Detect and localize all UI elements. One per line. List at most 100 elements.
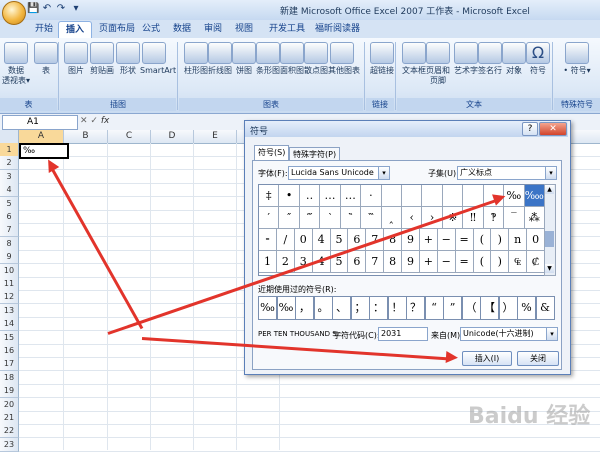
undo-icon[interactable]: ↶ [41,3,53,15]
column-header-a[interactable]: A [19,130,64,143]
row-header[interactable]: 1 [0,143,19,157]
recent-symbol[interactable]: ） [498,296,518,320]
symbol-cell[interactable]: ⁃ [259,229,277,251]
symbol-button[interactable]: Ω 符号 [524,42,552,76]
symbol-cell[interactable]: = [455,251,474,273]
office-button[interactable] [2,1,26,25]
row-header[interactable]: 6 [0,210,19,224]
symbol-cell[interactable]: 7 [366,251,385,273]
shapes-button[interactable]: 形状 [114,42,142,76]
symbol-cell[interactable]: ‥ [299,185,321,207]
symbol-cell[interactable]: ) [491,251,510,273]
row-header[interactable]: 10 [0,263,19,278]
row-header[interactable]: 22 [0,424,19,439]
symbol-cell[interactable]: … [320,185,341,207]
close-button[interactable]: 关闭 [517,351,559,366]
symbol-cell[interactable]: 0 [527,229,545,251]
symbol-cell[interactable]: ″ [279,207,300,229]
hyperlink-button[interactable]: 超链接 [368,42,396,76]
symbol-cell[interactable]: · [361,185,382,207]
font-select[interactable]: Lucida Sans Unicode [288,166,380,180]
row-header[interactable]: 3 [0,169,19,184]
row-header[interactable]: 2 [0,156,19,171]
symbol-cell[interactable]: ⁂ [524,207,545,229]
recent-symbol[interactable]: “ [424,296,444,320]
cell-a1[interactable]: ‰ [19,143,69,159]
symbol-cell[interactable]: … [340,185,362,207]
symbol-cell[interactable]: ‴ [299,207,321,229]
symbol-cell[interactable] [381,185,402,207]
symbol-cell[interactable]: 0 [294,229,313,251]
recent-symbol[interactable]: ？ [406,296,425,320]
from-dropdown-icon[interactable]: ▾ [546,327,558,341]
symbol-cell[interactable]: 4 [312,229,331,251]
symbol-cell[interactable]: ‾ [504,207,525,229]
row-header[interactable]: 9 [0,250,19,265]
symbol-cell[interactable]: ‡ [259,185,280,207]
symbol-cell[interactable]: ‵ [320,207,341,229]
symbol-cell[interactable]: + [419,251,438,273]
column-header-c[interactable]: C [108,130,151,143]
row-header[interactable]: 15 [0,330,19,345]
font-dropdown-icon[interactable]: ▾ [378,166,390,180]
recent-symbol[interactable]: 【 [480,296,499,320]
table-button[interactable]: 表 [32,42,60,76]
symbol-cell[interactable]: 6 [348,251,367,273]
scroll-thumb[interactable] [545,231,554,247]
row-header[interactable]: 18 [0,370,19,385]
name-box[interactable]: A1 [2,115,78,130]
recent-symbol[interactable]: % [517,296,536,320]
column-header-e[interactable]: E [194,130,237,143]
symbol-cell[interactable]: ₡ [527,251,545,273]
column-header-d[interactable]: D [151,130,194,143]
tab-data[interactable]: 数据 [166,21,198,38]
scatter-chart-button[interactable]: 散点图 [302,42,330,76]
row-header[interactable]: 7 [0,223,19,238]
symbol-cell[interactable]: ‰ [504,185,525,207]
tab-foxit-reader[interactable]: 福昕阅读器 [308,21,367,38]
row-header[interactable]: 5 [0,196,19,211]
recent-symbol[interactable]: ， [295,296,314,320]
header-footer-button[interactable]: 页眉和 页脚 [424,42,452,86]
row-header[interactable]: 13 [0,303,19,318]
symbol-cell[interactable]: − [437,229,456,251]
pivot-table-button[interactable]: 数据 透视表▾ [2,42,30,86]
recent-symbol[interactable]: 。 [313,296,333,320]
quick-access-dropdown-icon[interactable]: ▾ [70,3,82,15]
char-code-input[interactable]: 2031 [378,327,428,341]
tab-formulas[interactable]: 公式 [135,21,167,38]
select-all-corner[interactable] [0,130,19,143]
row-header[interactable]: 20 [0,397,19,412]
tab-home[interactable]: 开始 [28,21,60,38]
symbol-cell[interactable]: ‶ [340,207,362,229]
row-header[interactable]: 12 [0,290,19,305]
tab-special-characters[interactable]: 特殊字符(P) [289,147,341,161]
tab-review[interactable]: 审阅 [197,21,229,38]
enter-icon[interactable]: ✓ [90,116,98,126]
symbol-cell[interactable]: ₠ [509,251,528,273]
row-header[interactable]: 16 [0,344,19,358]
recent-symbol[interactable]: ！ [387,296,407,320]
from-select[interactable]: Unicode(十六进制) [460,327,548,341]
symbol-cell[interactable]: ) [491,229,510,251]
save-icon[interactable]: 💾 [27,3,39,15]
tab-insert[interactable]: 插入 [58,21,93,39]
symbol-cell[interactable]: + [419,229,438,251]
other-charts-button[interactable]: 其他图表 [328,42,360,76]
recent-symbol[interactable]: ‰ [258,296,277,320]
row-header[interactable]: 8 [0,236,19,251]
symbol-cell[interactable] [402,185,423,207]
cancel-icon[interactable]: ✕ [80,116,88,126]
insert-button[interactable]: 插入(I) [462,351,512,366]
symbol-cell[interactable]: 9 [402,251,420,273]
row-header[interactable]: 11 [0,277,19,291]
symbol-cell[interactable]: • [279,185,300,207]
recent-symbol[interactable]: ： [369,296,388,320]
recent-symbol[interactable]: ‰ [276,296,296,320]
help-button[interactable]: ? [522,122,538,136]
recent-symbol[interactable]: （ [461,296,481,320]
row-header[interactable]: 4 [0,183,19,198]
row-header[interactable]: 21 [0,411,19,425]
recent-symbol[interactable]: 、 [332,296,351,320]
symbol-cell[interactable] [442,185,464,207]
